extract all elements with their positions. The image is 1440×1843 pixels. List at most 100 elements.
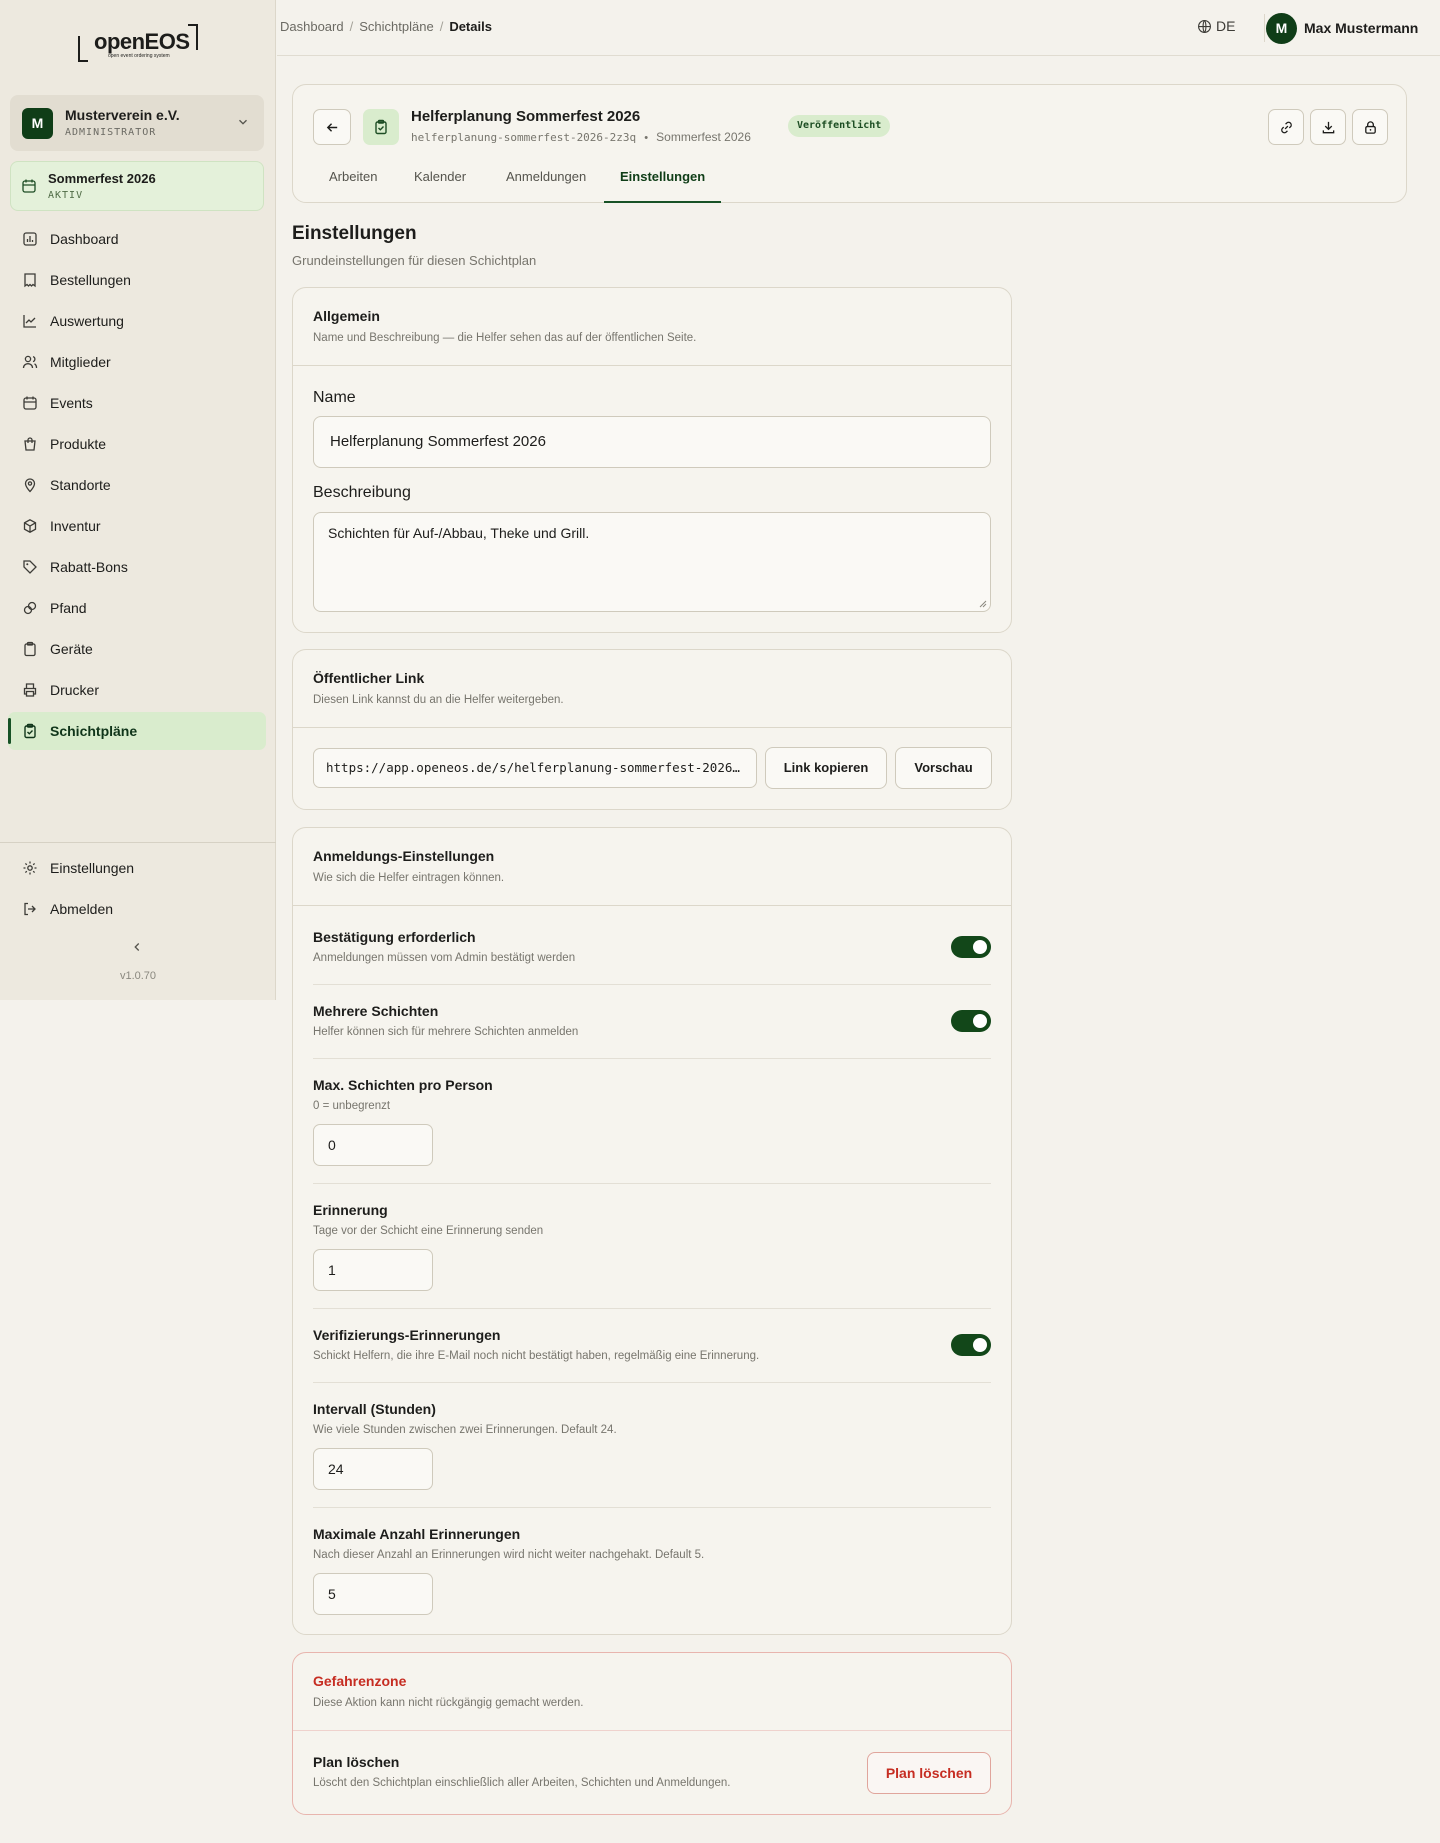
sidebar-item-einstellungen[interactable]: Einstellungen — [8, 849, 266, 887]
sidebar-item-label: Abmelden — [50, 901, 114, 917]
meta-separator: • — [644, 132, 649, 144]
toggle-knob — [973, 1338, 987, 1352]
lock-button[interactable] — [1352, 109, 1388, 145]
public-link-field[interactable]: https://app.openeos.de/s/helferplanung-s… — [313, 748, 757, 788]
sidebar-item-bestellungen[interactable]: Bestellungen — [8, 261, 266, 299]
sidebar-item-standorte[interactable]: Standorte — [8, 466, 266, 504]
sidebar: openEOS open event ordering system M Mus… — [0, 0, 276, 1000]
interval-input[interactable]: 24 — [313, 1448, 433, 1490]
download-button[interactable] — [1310, 109, 1346, 145]
download-icon — [1322, 121, 1335, 134]
card-description: Diese Aktion kann nicht rückgängig gemac… — [313, 1697, 584, 1709]
resize-handle-icon[interactable] — [979, 600, 987, 608]
plan-icon-tile — [363, 109, 399, 145]
chart-line-icon — [23, 315, 36, 328]
org-avatar: M — [22, 108, 53, 139]
multiple-shifts-description: Helfer können sich für mehrere Schichten… — [313, 1026, 579, 1038]
sidebar-item-dashboard[interactable]: Dashboard — [8, 220, 266, 258]
sidebar-item-schichtplaene[interactable]: Schichtpläne — [8, 712, 266, 750]
plan-header-card: Helferplanung Sommerfest 2026 helferplan… — [292, 84, 1407, 203]
header-divider — [1264, 14, 1265, 42]
org-switcher[interactable]: M Musterverein e.V. ADMINISTRATOR — [10, 95, 264, 151]
card-description: Wie sich die Helfer eintragen können. — [313, 872, 505, 884]
avatar[interactable]: M — [1266, 13, 1297, 44]
logout-icon — [24, 902, 36, 916]
sidebar-item-label: Events — [50, 395, 93, 411]
row-divider — [313, 1058, 991, 1059]
printer-icon — [23, 683, 37, 697]
preview-button[interactable]: Vorschau — [895, 747, 992, 789]
sidebar-item-events[interactable]: Events — [8, 384, 266, 422]
active-event-card[interactable]: Sommerfest 2026 AKTIV — [10, 161, 264, 211]
tab-arbeiten[interactable]: Arbeiten — [313, 165, 393, 203]
sidebar-item-inventur[interactable]: Inventur — [8, 507, 266, 545]
openeos-logo[interactable]: openEOS open event ordering system — [78, 24, 198, 64]
tab-einstellungen[interactable]: Einstellungen — [604, 165, 722, 203]
bag-icon — [24, 437, 36, 451]
description-textarea[interactable]: Schichten für Auf-/Abbau, Theke und Gril… — [313, 512, 991, 612]
sidebar-item-rabatt-bons[interactable]: Rabatt-Bons — [8, 548, 266, 586]
public-link-card: Öffentlicher Link Diesen Link kannst du … — [292, 649, 1012, 810]
verification-toggle[interactable] — [951, 1334, 991, 1356]
sidebar-item-auswertung[interactable]: Auswertung — [8, 302, 266, 340]
sidebar-item-abmelden[interactable]: Abmelden — [8, 890, 266, 928]
dashboard-icon — [23, 232, 37, 246]
reminder-days-input[interactable]: 1 — [313, 1249, 433, 1291]
sidebar-item-pfand[interactable]: Pfand — [8, 589, 266, 627]
tab-kalender[interactable]: Kalender — [398, 165, 482, 203]
breadcrumb-schichtplaene[interactable]: Schichtpläne — [359, 19, 433, 34]
signup-settings-card: Anmeldungs-Einstellungen Wie sich die He… — [292, 827, 1012, 1635]
event-name: Sommerfest 2026 — [48, 171, 156, 186]
sidebar-item-mitglieder[interactable]: Mitglieder — [8, 343, 266, 381]
row-divider — [313, 1308, 991, 1309]
multiple-shifts-toggle[interactable] — [951, 1010, 991, 1032]
reminder-description: Tage vor der Schicht eine Erinnerung sen… — [313, 1225, 544, 1237]
interval-description: Wie viele Stunden zwischen zwei Erinneru… — [313, 1424, 617, 1436]
danger-zone-card: Gefahrenzone Diese Aktion kann nicht rüc… — [292, 1652, 1012, 1815]
max-shifts-input[interactable]: 0 — [313, 1124, 433, 1166]
back-button[interactable] — [313, 109, 351, 145]
app-version: v1.0.70 — [119, 970, 157, 982]
language-switcher[interactable]: DE — [1197, 18, 1235, 34]
max-shifts-description: 0 = unbegrenzt — [313, 1100, 391, 1112]
row-divider — [313, 1183, 991, 1184]
chevron-left-icon[interactable] — [130, 940, 144, 954]
sidebar-item-label: Schichtpläne — [50, 723, 138, 739]
row-divider — [313, 984, 991, 985]
sidebar-item-produkte[interactable]: Produkte — [8, 425, 266, 463]
sidebar-item-drucker[interactable]: Drucker — [8, 671, 266, 709]
copy-link-button[interactable] — [1268, 109, 1304, 145]
logo-wordmark: openEOS — [94, 29, 190, 54]
tab-anmeldungen[interactable]: Anmeldungen — [490, 165, 602, 203]
sidebar-divider — [0, 842, 276, 843]
page-title: Einstellungen — [292, 223, 417, 244]
confirmation-toggle[interactable] — [951, 936, 991, 958]
sidebar-item-label: Rabatt-Bons — [50, 559, 128, 575]
sidebar-bottom-nav: Einstellungen Abmelden — [8, 849, 266, 931]
user-name[interactable]: Max Mustermann — [1304, 20, 1418, 36]
clipboard-check-icon — [375, 119, 387, 135]
arrow-left-icon — [326, 123, 338, 132]
receipt-icon — [24, 273, 36, 288]
max-reminders-input[interactable]: 5 — [313, 1573, 433, 1615]
lock-icon — [1365, 121, 1376, 134]
delete-plan-button[interactable]: Plan löschen — [867, 1752, 991, 1794]
sidebar-item-label: Geräte — [50, 641, 93, 657]
general-settings-card: Allgemein Name und Beschreibung — die He… — [292, 287, 1012, 633]
name-input[interactable]: Helferplanung Sommerfest 2026 — [313, 416, 991, 468]
row-divider — [313, 1507, 991, 1508]
confirmation-description: Anmeldungen müssen vom Admin bestätigt w… — [313, 952, 576, 964]
link-icon — [23, 601, 37, 615]
main-nav: Dashboard Bestellungen Auswertung Mitgli… — [8, 220, 266, 753]
language-code: DE — [1216, 18, 1236, 34]
copy-link-button[interactable]: Link kopieren — [765, 747, 887, 789]
sidebar-item-label: Inventur — [50, 518, 101, 534]
sidebar-item-geraete[interactable]: Geräte — [8, 630, 266, 668]
org-role: ADMINISTRATOR — [65, 127, 157, 138]
sidebar-item-label: Produkte — [50, 436, 107, 452]
sidebar-item-label: Dashboard — [50, 231, 119, 247]
toggle-knob — [973, 940, 987, 954]
breadcrumb-dashboard[interactable]: Dashboard — [280, 19, 344, 34]
sidebar-item-label: Einstellungen — [50, 860, 135, 876]
status-badge: Veröffentlicht — [788, 115, 891, 137]
